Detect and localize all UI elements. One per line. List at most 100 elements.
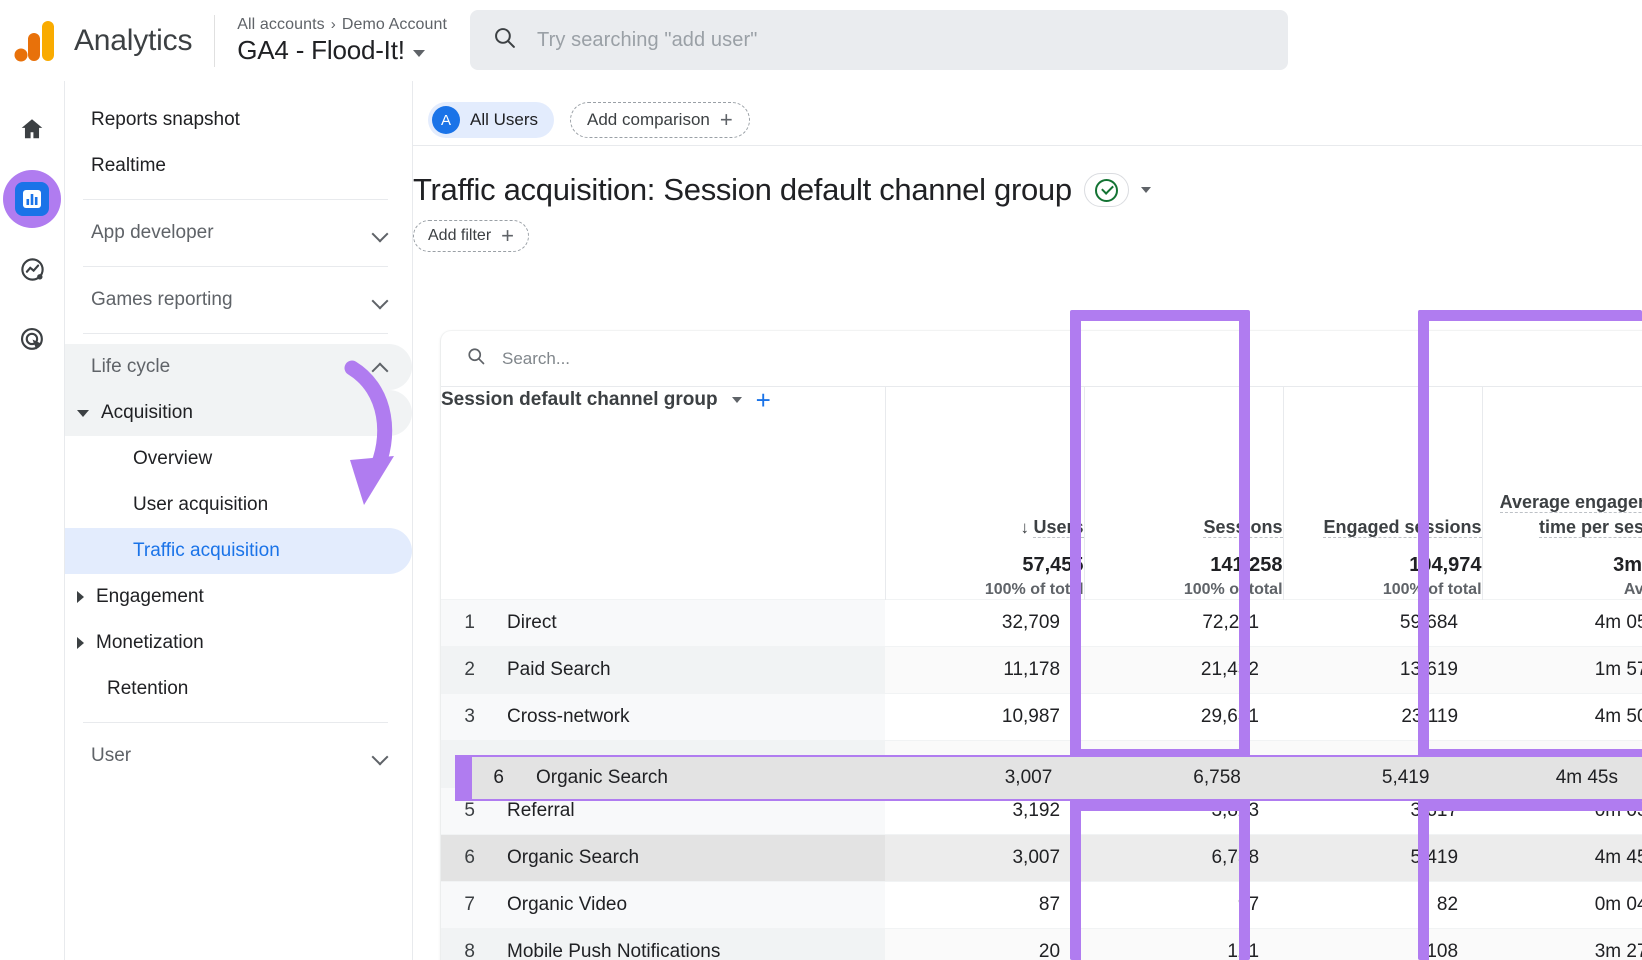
chevron-down-icon[interactable]: [374, 226, 388, 240]
row-avg-engagement-time: 4m 50s: [1482, 692, 1642, 740]
sidebar-item-user-acquisition[interactable]: User acquisition: [65, 482, 412, 528]
row-index: 6: [441, 833, 485, 881]
sidebar-section-engagement[interactable]: Engagement: [65, 574, 412, 620]
rail-item-advertising[interactable]: [8, 315, 56, 363]
property-name[interactable]: GA4 - Flood-It!: [237, 35, 405, 66]
table-row[interactable]: 7 Organic Video 87 97 82 0m 04s: [441, 880, 1642, 928]
row-index: 8: [441, 927, 485, 960]
sidebar-item-label: Reports snapshot: [91, 109, 240, 130]
row-avg-engagement-time: 4m 05s: [1482, 598, 1642, 646]
ga-bars-logo-icon: [14, 19, 56, 63]
audience-chip-label: All Users: [470, 110, 539, 129]
sidebar-item-traffic-acquisition[interactable]: Traffic acquisition: [65, 528, 412, 574]
sidebar-group-app-developer[interactable]: App developer: [65, 210, 412, 256]
report-status-caret-down-icon[interactable]: [1140, 187, 1151, 193]
audience-chip-all-users[interactable]: A All Users: [428, 102, 555, 138]
row-engaged-sessions: 23,119: [1283, 692, 1483, 740]
row-sessions: 72,211: [1084, 598, 1284, 646]
metric-subtotal: Avg 0%: [1623, 580, 1642, 598]
sidebar-item-label: Realtime: [91, 155, 166, 176]
metric-header-users[interactable]: ↓ Users 57,455 100% of total: [884, 387, 1085, 599]
rail-item-explore[interactable]: [8, 245, 56, 293]
row-dimension[interactable]: Referral: [485, 786, 886, 834]
sidebar-item-realtime[interactable]: Realtime: [65, 143, 412, 189]
traffic-acquisition-table: Session default channel group + ↓ Users …: [441, 387, 1642, 960]
data-table-card: Search... Session default channel group …: [441, 331, 1642, 960]
sidebar-item-overview[interactable]: Overview: [65, 436, 412, 482]
reports-sidebar: Reports snapshot Realtime App developer …: [65, 81, 413, 960]
sidebar-section-acquisition[interactable]: Acquisition: [65, 390, 412, 436]
table-row[interactable]: 8 Mobile Push Notifications 20 121 108 3…: [441, 927, 1642, 960]
plus-icon: +: [719, 107, 733, 132]
rail-item-home[interactable]: [8, 105, 56, 153]
row-dimension[interactable]: Cross-network: [485, 692, 886, 740]
sidebar-item-label: Retention: [107, 678, 189, 699]
report-status-badge[interactable]: [1083, 173, 1129, 207]
table-search-row[interactable]: Search...: [441, 331, 1642, 387]
plus-icon[interactable]: +: [756, 387, 771, 413]
table-row[interactable]: 1 Direct 32,709 72,211 59,684 4m 05s: [441, 598, 1642, 646]
row-users: 3,239: [885, 739, 1085, 787]
bar-chart-icon: [15, 182, 49, 216]
sidebar-item-label: Monetization: [96, 632, 204, 653]
sidebar-item-label: User acquisition: [133, 494, 269, 515]
breadcrumb-all-accounts[interactable]: All accounts: [237, 16, 324, 34]
main-content: A All Users Add comparison + Traffic acq…: [413, 81, 1642, 960]
row-dimension[interactable]: Unassigned: [485, 739, 886, 787]
add-filter-button[interactable]: Add filter +: [413, 220, 529, 252]
metric-label: Engaged sessions: [1323, 516, 1482, 538]
triangle-right-icon[interactable]: [77, 637, 84, 649]
row-sessions: 29,631: [1084, 692, 1284, 740]
sidebar-group-user[interactable]: User: [65, 733, 412, 779]
account-selector[interactable]: All accounts › Demo Account GA4 - Flood-…: [237, 16, 447, 66]
row-dimension[interactable]: Paid Search: [485, 645, 886, 693]
global-search-bar[interactable]: Try searching "add user": [470, 10, 1288, 70]
row-dimension[interactable]: Organic Search: [485, 833, 886, 881]
sidebar-group-games-reporting[interactable]: Games reporting: [65, 277, 412, 323]
rail-item-reports[interactable]: [8, 175, 56, 223]
row-dimension[interactable]: Direct: [485, 598, 886, 646]
triangle-down-icon[interactable]: [77, 409, 89, 417]
row-index: 2: [441, 645, 485, 693]
sidebar-divider: [83, 333, 388, 334]
brand-name: Analytics: [74, 23, 193, 57]
row-engaged-sessions: 5,419: [1283, 833, 1483, 881]
table-row[interactable]: 3 Cross-network 10,987 29,631 23,119 4m …: [441, 692, 1642, 740]
breadcrumb-account[interactable]: Demo Account: [342, 16, 447, 34]
table-row[interactable]: 4 Unassigned 3,239 11,293 178 1m 12s: [441, 739, 1642, 787]
metric-label: Users: [1033, 516, 1084, 538]
home-icon: [12, 109, 52, 149]
caret-down-icon[interactable]: [412, 49, 425, 57]
row-dimension[interactable]: Organic Video: [485, 880, 886, 928]
page-title: Traffic acquisition: Session default cha…: [413, 172, 1072, 207]
metric-header-engaged-sessions[interactable]: Engaged sessions 104,974 100% of total: [1282, 387, 1483, 599]
metric-label: Sessions: [1203, 516, 1283, 538]
add-comparison-button[interactable]: Add comparison +: [570, 102, 750, 138]
left-icon-rail: [0, 81, 65, 960]
table-row-organic-search[interactable]: 6 Organic Search 3,007 6,758 5,419 4m 45…: [441, 833, 1642, 881]
search-icon: [466, 346, 486, 371]
avatar: A: [432, 106, 460, 134]
metric-header-avg-engagement-time[interactable]: Average engagement time per session 3m 4…: [1481, 387, 1642, 599]
metric-header-sessions[interactable]: Sessions 141,258 100% of total: [1083, 387, 1284, 599]
sidebar-section-monetization[interactable]: Monetization: [65, 620, 412, 666]
sidebar-item-label: Acquisition: [101, 402, 193, 423]
caret-down-icon[interactable]: [731, 397, 742, 403]
sidebar-item-retention[interactable]: Retention: [65, 666, 412, 712]
chevron-up-icon[interactable]: [374, 360, 388, 374]
chevron-down-icon[interactable]: [374, 293, 388, 307]
sidebar-group-life-cycle[interactable]: Life cycle: [65, 344, 412, 390]
row-users: 87: [885, 880, 1085, 928]
table-row[interactable]: 2 Paid Search 11,178 21,432 13,619 1m 57…: [441, 645, 1642, 693]
row-engaged-sessions: 13,619: [1283, 645, 1483, 693]
sidebar-item-reports-snapshot[interactable]: Reports snapshot: [65, 97, 412, 143]
table-row[interactable]: 5 Referral 3,192 3,823 3,617 0m 03s: [441, 786, 1642, 834]
row-sessions: 97: [1084, 880, 1284, 928]
chevron-down-icon[interactable]: [374, 749, 388, 763]
triangle-right-icon[interactable]: [77, 591, 84, 603]
row-dimension[interactable]: Mobile Push Notifications: [485, 927, 886, 960]
row-sessions: 21,432: [1084, 645, 1284, 693]
row-users: 11,178: [885, 645, 1085, 693]
row-index: 3: [441, 692, 485, 740]
metric-subtotal: 100% of total: [1382, 580, 1482, 598]
